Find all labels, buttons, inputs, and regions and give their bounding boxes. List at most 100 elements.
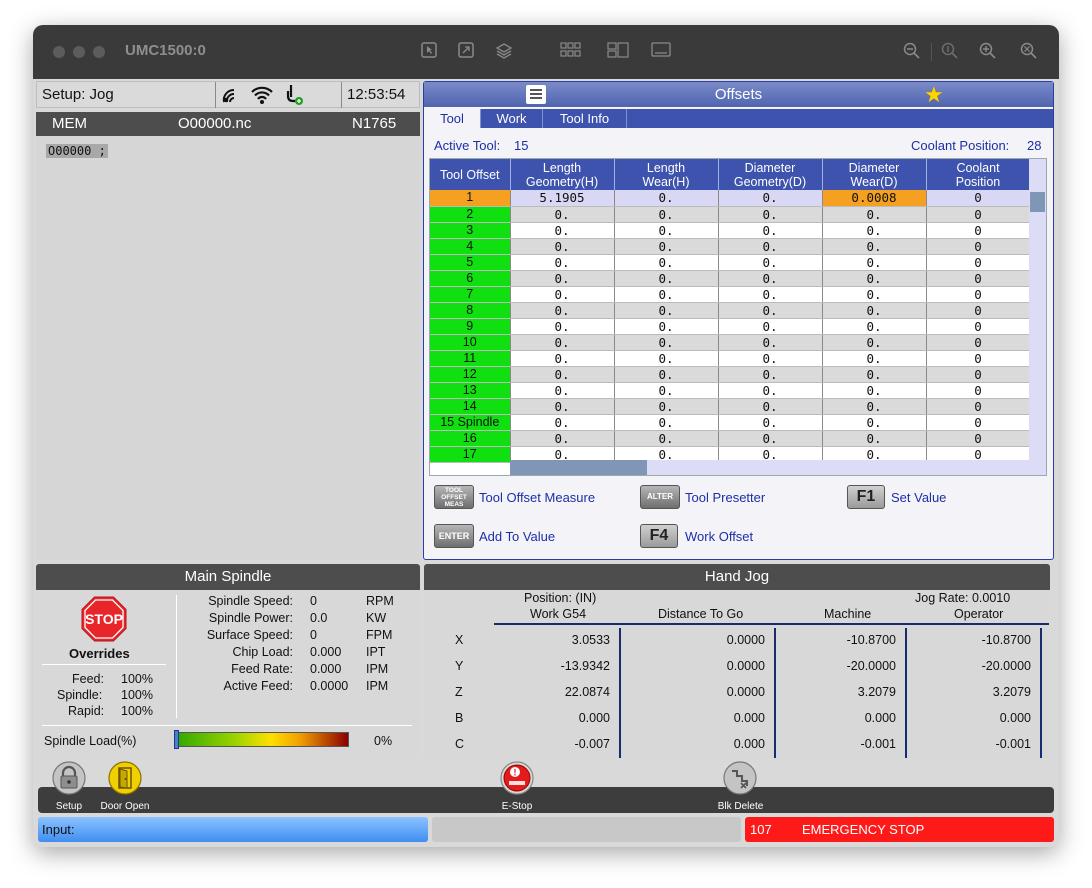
offset-cell[interactable]: 0. [822, 398, 927, 415]
offset-cell[interactable]: 0. [614, 190, 719, 207]
stop-sign-icon[interactable]: STOP [81, 596, 127, 642]
estop-icon[interactable]: ! [500, 761, 534, 795]
menu-icon[interactable] [526, 85, 546, 104]
tool-number-cell[interactable]: 15 Spindle [430, 414, 511, 431]
offset-cell[interactable]: 0. [510, 302, 615, 319]
offset-cell[interactable]: 0.0008 [822, 190, 927, 207]
offset-cell[interactable]: 0. [822, 366, 927, 383]
tool-number-cell[interactable]: 4 [430, 238, 511, 255]
offset-cell[interactable]: 0. [614, 238, 719, 255]
tool-offset-row[interactable]: 4 0. 0. 0. 0. 0 [430, 238, 1031, 255]
split-view-icon[interactable] [607, 42, 629, 62]
offset-cell[interactable]: 0. [718, 398, 823, 415]
tool-number-cell[interactable]: 9 [430, 318, 511, 335]
offset-cell[interactable]: 0. [718, 430, 823, 447]
offset-cell[interactable]: 0. [510, 334, 615, 351]
offset-cell[interactable]: 0. [718, 286, 823, 303]
zoom-actual-icon[interactable] [940, 42, 960, 62]
offset-cell[interactable]: 0. [614, 318, 719, 335]
tool-number-cell[interactable]: 16 [430, 430, 511, 447]
offset-cell[interactable]: 0 [926, 206, 1031, 223]
grid-view-icon[interactable] [560, 42, 581, 62]
offset-cell[interactable]: 0. [510, 238, 615, 255]
offset-cell[interactable]: 0 [926, 334, 1031, 351]
zoom-fit-icon[interactable] [1019, 42, 1039, 62]
column-header[interactable]: Diameter Geometry(D) [718, 159, 823, 190]
layers-icon[interactable] [494, 42, 514, 62]
alter-key[interactable]: ALTER [640, 485, 680, 509]
screen-icon[interactable] [651, 42, 671, 62]
tool-offset-row[interactable]: 16 0. 0. 0. 0. 0 [430, 430, 1031, 447]
offset-cell[interactable]: 0. [510, 350, 615, 367]
offset-cell[interactable]: 0 [926, 398, 1031, 415]
work-offset-label[interactable]: Work Offset [685, 529, 753, 544]
tab-work[interactable]: Work [481, 109, 543, 128]
offset-cell[interactable]: 0 [926, 430, 1031, 447]
offset-cell[interactable]: 5.1905 [510, 190, 615, 207]
scroll-thumb[interactable] [510, 460, 647, 475]
f1-key[interactable]: F1 [847, 485, 885, 509]
offset-cell[interactable]: 0. [718, 382, 823, 399]
offset-cell[interactable]: 0 [926, 382, 1031, 399]
alarm-bar[interactable]: 107 EMERGENCY STOP [745, 817, 1054, 842]
offset-cell[interactable]: 0. [822, 318, 927, 335]
offset-cell[interactable]: 0. [718, 334, 823, 351]
tool-offset-row[interactable]: 9 0. 0. 0. 0. 0 [430, 318, 1031, 335]
offset-cell[interactable]: 0. [822, 430, 927, 447]
offset-cell[interactable]: 0. [510, 430, 615, 447]
offset-cell[interactable]: 0. [614, 414, 719, 431]
pointer-icon[interactable] [419, 42, 439, 62]
tool-number-cell[interactable]: 17 [430, 446, 511, 463]
tool-offset-measure-label[interactable]: Tool Offset Measure [479, 490, 595, 505]
offset-cell[interactable]: 0. [822, 286, 927, 303]
tool-number-cell[interactable]: 2 [430, 206, 511, 223]
offset-cell[interactable]: 0. [822, 222, 927, 239]
offset-cell[interactable]: 0. [822, 270, 927, 287]
offset-cell[interactable]: 0 [926, 366, 1031, 383]
tool-offset-row[interactable]: 1 5.1905 0. 0. 0.0008 0 [430, 190, 1031, 207]
tool-number-cell[interactable]: 12 [430, 366, 511, 383]
offset-cell[interactable]: 0 [926, 270, 1031, 287]
offset-cell[interactable]: 0. [718, 190, 823, 207]
offset-cell[interactable]: 0 [926, 190, 1031, 207]
door-open-button-label[interactable]: Door Open [95, 801, 155, 812]
offset-cell[interactable]: 0 [926, 238, 1031, 255]
door-open-icon[interactable] [108, 761, 142, 795]
offset-cell[interactable]: 0. [822, 382, 927, 399]
estop-button-label[interactable]: E-Stop [492, 801, 542, 812]
tool-offset-row[interactable]: 15 Spindle 0. 0. 0. 0. 0 [430, 414, 1031, 431]
tool-number-cell[interactable]: 1 [430, 190, 511, 207]
tool-number-cell[interactable]: 8 [430, 302, 511, 319]
offset-cell[interactable]: 0. [718, 254, 823, 271]
offset-cell[interactable]: 0. [510, 206, 615, 223]
offset-cell[interactable]: 0 [926, 350, 1031, 367]
column-header[interactable]: Tool Offset [430, 159, 511, 190]
offset-cell[interactable]: 0. [718, 206, 823, 223]
offset-cell[interactable]: 0. [822, 238, 927, 255]
offset-cell[interactable]: 0 [926, 318, 1031, 335]
offset-cell[interactable]: 0. [718, 414, 823, 431]
offset-cell[interactable]: 0. [718, 318, 823, 335]
column-header[interactable]: Coolant Position [926, 159, 1031, 190]
program-code-line[interactable]: O00000 ; [46, 144, 108, 158]
touch-icon[interactable] [456, 42, 476, 62]
scroll-thumb[interactable] [1030, 192, 1045, 212]
column-header[interactable]: Diameter Wear(D) [822, 159, 927, 190]
zoom-out-icon[interactable] [902, 42, 922, 62]
offset-cell[interactable]: 0. [614, 286, 719, 303]
offset-cell[interactable]: 0. [510, 270, 615, 287]
tool-offset-measure-key[interactable]: TOOL OFFSET MEAS [434, 485, 474, 509]
tool-number-cell[interactable]: 6 [430, 270, 511, 287]
tool-number-cell[interactable]: 7 [430, 286, 511, 303]
offset-cell[interactable]: 0. [510, 366, 615, 383]
offset-cell[interactable]: 0. [614, 366, 719, 383]
tool-offset-row[interactable]: 10 0. 0. 0. 0. 0 [430, 334, 1031, 351]
offset-cell[interactable]: 0. [510, 414, 615, 431]
setup-button-label[interactable]: Setup [47, 801, 91, 812]
tool-offset-table[interactable]: Tool Offset Length Geometry(H) Length Wear(H… [429, 158, 1047, 476]
offset-cell[interactable]: 0. [614, 206, 719, 223]
offset-cell[interactable]: 0. [510, 254, 615, 271]
tool-offset-row[interactable]: 2 0. 0. 0. 0. 0 [430, 206, 1031, 223]
tool-offset-row[interactable]: 13 0. 0. 0. 0. 0 [430, 382, 1031, 399]
maximize-window-button[interactable] [93, 46, 105, 58]
